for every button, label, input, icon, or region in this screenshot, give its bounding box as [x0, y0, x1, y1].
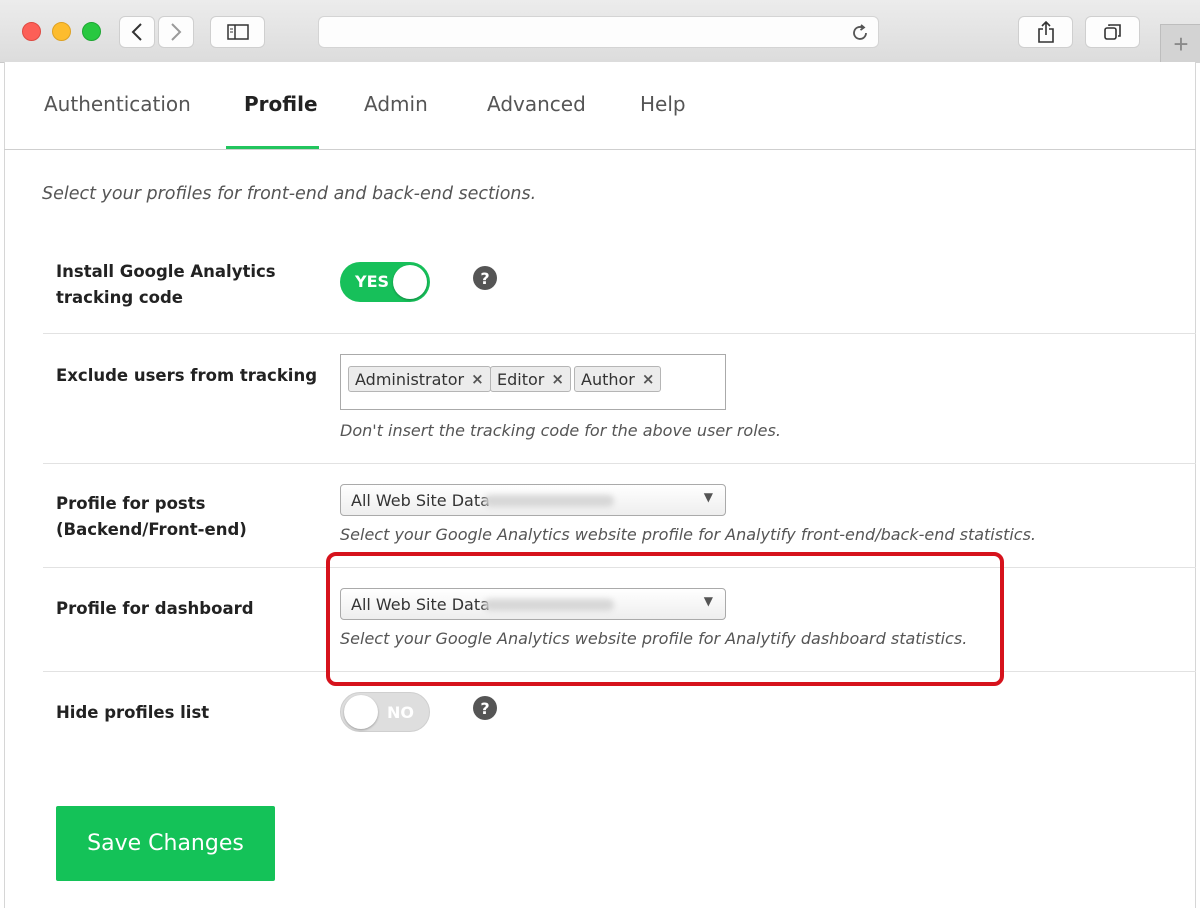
share-button[interactable]	[1018, 16, 1073, 48]
chip-label: Editor	[497, 369, 545, 389]
reload-icon[interactable]	[850, 23, 870, 43]
plus-icon: +	[1173, 28, 1189, 59]
install-tracking-toggle[interactable]: YES	[340, 262, 430, 302]
tab-advanced[interactable]: Advanced	[487, 92, 586, 116]
remove-chip-icon[interactable]: ×	[471, 370, 484, 388]
exclude-roles-multiselect[interactable]: Administrator × Editor × Author ×	[340, 354, 726, 410]
back-button[interactable]	[119, 16, 155, 48]
redacted-property-id	[484, 495, 614, 507]
tab-profile[interactable]: Profile	[244, 92, 318, 116]
chip-label: Author	[581, 369, 635, 389]
posts-profile-select[interactable]: All Web Site Data ▼	[340, 484, 726, 516]
address-bar[interactable]	[318, 16, 879, 48]
remove-chip-icon[interactable]: ×	[642, 370, 655, 388]
toggle-state-text: NO	[387, 703, 414, 722]
tabs-overview-button[interactable]	[1085, 16, 1140, 48]
tabs-icon	[1103, 24, 1121, 40]
chevron-right-icon	[171, 23, 182, 41]
section-description: Select your profiles for front-end and b…	[42, 184, 537, 204]
row-divider	[43, 333, 1196, 334]
hide-profiles-label: Hide profiles list	[56, 703, 210, 722]
minimize-window-button[interactable]	[52, 22, 71, 41]
tab-authentication[interactable]: Authentication	[44, 92, 191, 116]
posts-profile-label: Profile for posts (Backend/Front-end)	[56, 494, 247, 539]
tab-help[interactable]: Help	[640, 92, 686, 116]
highlight-box	[326, 552, 1004, 686]
remove-chip-icon[interactable]: ×	[551, 370, 564, 388]
chevron-left-icon	[131, 23, 142, 41]
sidebar-icon	[226, 24, 249, 40]
posts-profile-hint: Select your Google Analytics website pro…	[340, 525, 1037, 544]
dropdown-arrow-icon: ▼	[703, 490, 713, 504]
toggle-knob	[344, 695, 378, 729]
role-chip-author: Author ×	[574, 366, 662, 392]
help-icon[interactable]: ?	[473, 266, 497, 290]
row-divider	[43, 463, 1196, 464]
role-chip-administrator: Administrator ×	[348, 366, 491, 392]
hide-profiles-toggle[interactable]: NO	[340, 692, 430, 732]
zoom-window-button[interactable]	[82, 22, 101, 41]
tab-admin[interactable]: Admin	[364, 92, 428, 116]
install-tracking-label: Install Google Analytics tracking code	[56, 262, 276, 307]
dashboard-profile-label: Profile for dashboard	[56, 599, 254, 618]
settings-tabs: Authentication Profile Admin Advanced He…	[0, 62, 1200, 150]
close-window-button[interactable]	[22, 22, 41, 41]
select-value: All Web Site Data	[351, 491, 490, 510]
chip-label: Administrator	[355, 369, 465, 389]
toggle-knob	[393, 265, 427, 299]
tabs-divider	[4, 149, 1196, 150]
sidebar-toggle-button[interactable]	[210, 16, 265, 48]
exclude-users-hint: Don't insert the tracking code for the a…	[340, 421, 781, 440]
forward-button[interactable]	[158, 16, 194, 48]
help-icon[interactable]: ?	[473, 696, 497, 720]
toggle-state-text: YES	[355, 272, 390, 291]
role-chip-editor: Editor ×	[490, 366, 571, 392]
share-icon	[1037, 21, 1054, 43]
new-tab-button[interactable]: +	[1160, 24, 1200, 63]
browser-toolbar: +	[0, 0, 1200, 63]
active-tab-indicator	[226, 146, 319, 149]
exclude-users-label: Exclude users from tracking	[56, 366, 318, 385]
save-changes-button[interactable]: Save Changes	[56, 806, 275, 881]
